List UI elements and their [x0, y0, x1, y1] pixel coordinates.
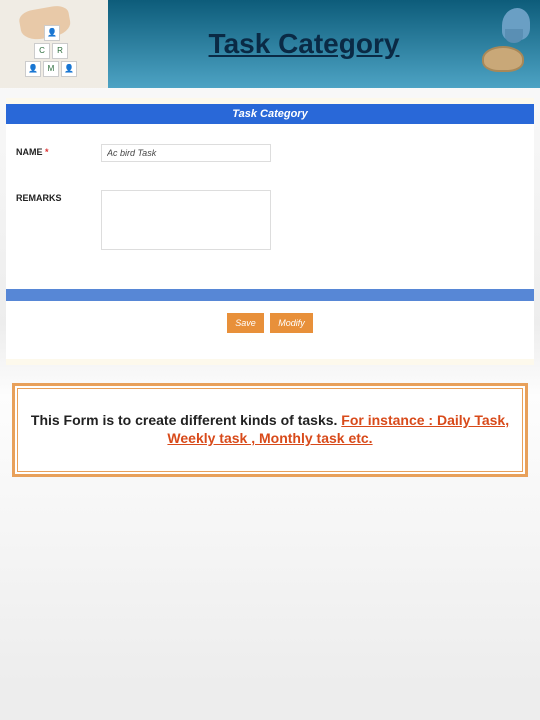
description-box: This Form is to create different kinds o…: [12, 383, 528, 477]
button-row: Save Modify: [6, 301, 534, 359]
save-button[interactable]: Save: [227, 313, 264, 333]
slide-header: 👤 C R 👤 M 👤 Task Category: [0, 0, 540, 88]
header-left-image: 👤 C R 👤 M 👤: [0, 0, 108, 88]
form-title-bar: Task Category: [6, 104, 534, 124]
remarks-row: REMARKS: [16, 190, 524, 250]
nest-graphic: [482, 46, 524, 72]
remarks-label: REMARKS: [16, 190, 101, 203]
description-intro: This Form is to create different kinds o…: [31, 412, 341, 428]
name-input[interactable]: [101, 144, 271, 162]
bird-graphic: [502, 8, 530, 40]
form-screenshot: Task Category NAME * REMARKS Save Modify: [6, 98, 534, 365]
required-marker: *: [45, 147, 49, 157]
name-row: NAME *: [16, 144, 524, 162]
form-body: NAME * REMARKS: [6, 124, 534, 289]
form-divider: [6, 289, 534, 301]
modify-button[interactable]: Modify: [270, 313, 313, 333]
crm-blocks: 👤 C R 👤 M 👤: [22, 25, 82, 80]
name-label-text: NAME: [16, 147, 43, 157]
remarks-input[interactable]: [101, 190, 271, 250]
name-label: NAME *: [16, 144, 101, 157]
header-right-image: [474, 6, 534, 82]
